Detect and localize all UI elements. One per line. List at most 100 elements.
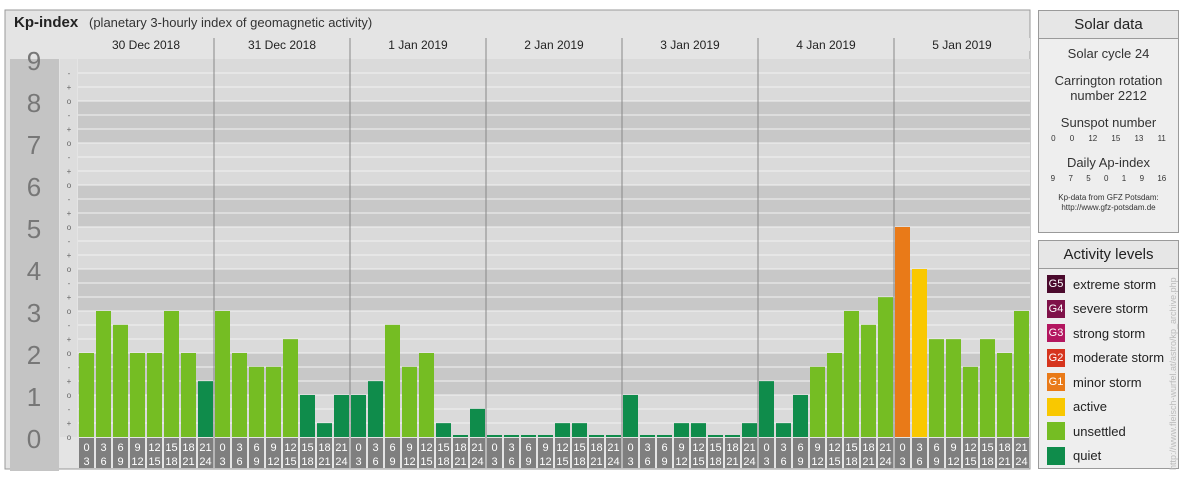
level-unsettled: unsettled <box>1039 419 1178 444</box>
kp-bar <box>555 423 570 437</box>
x-interval-start: 21 <box>743 442 755 454</box>
sunspot-number: 15 <box>1111 134 1121 143</box>
day-label: 31 Dec 2018 <box>248 38 316 52</box>
chart-subtitle: (planetary 3-hourly index of geomagnetic… <box>89 15 372 30</box>
kp-bar <box>640 435 655 437</box>
kp-bar <box>504 435 519 437</box>
x-interval-start: 18 <box>998 442 1010 454</box>
kp-bar <box>691 423 706 437</box>
y-minor-label: - <box>68 153 71 162</box>
x-interval-start: 0 <box>899 442 905 454</box>
kp-bar <box>385 324 400 437</box>
sunspot-title: Sunspot number <box>1060 115 1157 130</box>
x-interval-start: 3 <box>236 442 242 454</box>
source-line1: Kp-data from GFZ Potsdam: <box>1058 193 1159 202</box>
kp-bar <box>657 435 672 437</box>
x-interval-start: 0 <box>83 442 89 454</box>
kp-bar <box>980 339 995 437</box>
kp-bar <box>878 297 893 437</box>
y-minor-label: + <box>67 209 72 218</box>
level-label: active <box>1073 399 1107 415</box>
y-minor-label: + <box>67 419 72 428</box>
day-label: 3 Jan 2019 <box>660 38 720 52</box>
x-interval-end: 3 <box>763 456 769 468</box>
x-interval-start: 12 <box>964 442 976 454</box>
x-interval-end: 18 <box>301 456 313 468</box>
kp-bar <box>300 395 315 437</box>
kp-bar <box>589 435 604 437</box>
level-swatch: G2 <box>1047 348 1065 367</box>
kp-bar <box>147 353 162 437</box>
kp-bar <box>368 381 383 437</box>
y-minor-label: o <box>67 349 72 358</box>
x-interval-start: 9 <box>406 442 412 454</box>
kp-bar <box>725 435 740 437</box>
day-label: 5 Jan 2019 <box>932 38 992 52</box>
x-interval-start: 6 <box>253 442 259 454</box>
kp-band <box>78 143 1030 185</box>
kp-bar <box>827 353 842 437</box>
kp-bar <box>283 339 298 437</box>
kp-bar <box>334 395 349 437</box>
x-interval-start: 12 <box>148 442 160 454</box>
solar-data-title: Solar data <box>1039 11 1178 39</box>
x-interval-end: 12 <box>267 456 279 468</box>
kp-bar <box>470 408 485 437</box>
x-interval-end: 24 <box>335 456 347 468</box>
y-minor-label: o <box>67 181 72 190</box>
x-interval-end: 21 <box>318 456 330 468</box>
y-minor-label: - <box>68 69 71 78</box>
x-interval-end: 9 <box>525 456 531 468</box>
kp-bar <box>946 339 961 437</box>
sunspot-number: 13 <box>1134 134 1144 143</box>
level-label: moderate storm <box>1073 350 1165 366</box>
solar-cycle: Solar cycle 24 <box>1067 46 1150 61</box>
x-interval-end: 18 <box>981 456 993 468</box>
kp-bar <box>997 353 1012 437</box>
kp-bar <box>742 423 757 437</box>
y-minor-label: + <box>67 125 72 134</box>
level-g1: G1 minor storm <box>1039 370 1178 395</box>
x-interval-end: 21 <box>590 456 602 468</box>
x-interval-end: 21 <box>726 456 738 468</box>
kp-bar <box>215 311 230 437</box>
y-tick-label: 3 <box>27 298 41 328</box>
level-swatch <box>1047 446 1065 465</box>
y-minor-label: o <box>67 433 72 442</box>
level-swatch: G3 <box>1047 324 1065 343</box>
x-interval-end: 24 <box>879 456 891 468</box>
x-interval-end: 15 <box>692 456 704 468</box>
level-label: unsettled <box>1073 423 1126 439</box>
y-tick-label: 9 <box>27 46 41 76</box>
x-interval-start: 18 <box>454 442 466 454</box>
kp-bar <box>317 423 332 437</box>
y-minor-label: - <box>68 195 71 204</box>
y-tick-label: 2 <box>27 340 41 370</box>
x-interval-start: 18 <box>590 442 602 454</box>
ap-numbers: 9 7 5 0 1 9 16 <box>1039 174 1178 183</box>
y-minor-label: - <box>68 405 71 414</box>
x-interval-start: 3 <box>508 442 514 454</box>
x-interval-end: 3 <box>627 456 633 468</box>
x-interval-end: 21 <box>998 456 1010 468</box>
x-interval-end: 24 <box>1015 456 1027 468</box>
kp-bar <box>776 423 791 437</box>
source-link[interactable]: http://www.gfz-potsdam.de <box>1039 203 1178 213</box>
x-interval-end: 18 <box>573 456 585 468</box>
y-minor-label: o <box>67 97 72 106</box>
x-interval-end: 6 <box>916 456 922 468</box>
level-swatch: G4 <box>1047 299 1065 318</box>
level-label: strong storm <box>1073 325 1146 341</box>
ap-title: Daily Ap-index <box>1066 155 1151 170</box>
x-interval-start: 21 <box>199 442 211 454</box>
x-interval-end: 3 <box>899 456 905 468</box>
x-interval-end: 6 <box>644 456 650 468</box>
level-g5: G5 extreme storm <box>1039 272 1178 297</box>
x-interval-start: 0 <box>763 442 769 454</box>
x-interval-end: 3 <box>355 456 361 468</box>
kp-bar <box>1014 311 1029 437</box>
x-interval-start: 6 <box>525 442 531 454</box>
x-interval-end: 18 <box>845 456 857 468</box>
kp-bar <box>623 395 638 437</box>
x-interval-start: 9 <box>270 442 276 454</box>
